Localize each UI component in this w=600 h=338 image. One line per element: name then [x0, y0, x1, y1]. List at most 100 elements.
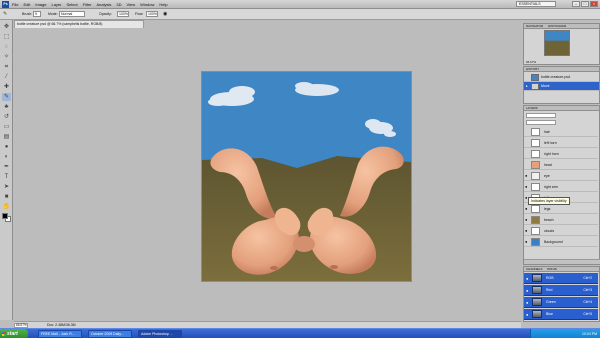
menu-filter[interactable]: Filter	[83, 1, 92, 8]
eye-icon[interactable]: ●	[525, 182, 530, 191]
menu-image[interactable]: Image	[35, 1, 46, 8]
layer-row-background[interactable]: ● Background	[524, 237, 598, 247]
tab-paths[interactable]: PATHS	[547, 267, 557, 271]
eraser-tool-icon[interactable]: ▭	[2, 123, 11, 131]
healing-brush-tool-icon[interactable]: ✚	[2, 83, 11, 91]
history-item-label: bottle creature.psd	[541, 75, 570, 79]
layer-name: right arm	[544, 185, 558, 189]
taskbar-item-photoshop[interactable]: Adobe Photoshop ...	[138, 330, 182, 338]
channel-thumbnail	[532, 286, 542, 294]
menu-file[interactable]: File	[12, 1, 18, 8]
menu-select[interactable]: Select	[67, 1, 78, 8]
channel-row-rgb[interactable]: ● RGB Ctrl+2	[524, 273, 598, 284]
eye-icon[interactable]: ●	[526, 309, 528, 320]
navigator-zoom[interactable]: 66.67%	[526, 60, 536, 64]
layer-row-head[interactable]: head	[524, 160, 598, 170]
layer-thumbnail	[531, 183, 540, 191]
dodge-tool-icon[interactable]: ◐	[2, 153, 11, 161]
eye-icon[interactable]: ●	[526, 285, 528, 296]
menu-edit[interactable]: Edit	[23, 1, 30, 8]
airbrush-icon[interactable]: ◉	[163, 11, 167, 17]
layer-row-beach[interactable]: ● beach	[524, 215, 598, 225]
history-brush-icon[interactable]: ▸	[526, 82, 528, 91]
blur-tool-icon[interactable]: ●	[2, 143, 11, 151]
menu-help[interactable]: Help	[159, 1, 167, 8]
menu-analysis[interactable]: Analysis	[97, 1, 112, 8]
layer-row-hair[interactable]: hair	[524, 127, 598, 137]
channel-row-blue[interactable]: ● Blue Ctrl+5	[524, 309, 598, 320]
eye-icon[interactable]: ●	[526, 273, 528, 284]
document-tab[interactable]: bottle creature psd @ 66.7% (campbells b…	[14, 20, 144, 28]
crop-tool-icon[interactable]: ⌗	[2, 63, 11, 71]
tab-histogram[interactable]: HISTOGRAM	[548, 24, 566, 28]
eye-icon[interactable]: ●	[526, 297, 528, 308]
path-selection-tool-icon[interactable]: ➤	[2, 183, 11, 191]
eye-icon[interactable]: ●	[525, 226, 530, 235]
eye-icon[interactable]: ●	[525, 171, 530, 180]
navigator-thumbnail[interactable]	[544, 30, 570, 56]
channel-shortcut: Ctrl+3	[583, 288, 592, 292]
menu-window[interactable]: Window	[140, 1, 154, 8]
layer-thumbnail	[531, 172, 540, 180]
clock[interactable]: 10:04 PM	[582, 332, 597, 336]
clone-stamp-tool-icon[interactable]: ♣	[2, 103, 11, 111]
eye-icon[interactable]: ●	[525, 204, 530, 213]
gradient-tool-icon[interactable]: ▤	[2, 133, 11, 141]
tab-channels[interactable]: CHANNELS	[526, 267, 542, 271]
layers-footer-buttons[interactable]	[524, 259, 600, 264]
opacity-field[interactable]: 100%	[117, 11, 129, 17]
options-bar: ✎ Brush: 9 Mode: Normal Opacity: 100% Fl…	[0, 9, 600, 20]
magic-wand-tool-icon[interactable]: ✧	[2, 53, 11, 61]
pen-tool-icon[interactable]: ✒	[2, 163, 11, 171]
menu-layer[interactable]: Layer	[51, 1, 61, 8]
marquee-tool-icon[interactable]: ⬚	[2, 33, 11, 41]
brush-tool-icon[interactable]: ✎	[2, 93, 11, 101]
tab-history[interactable]: HISTORY	[526, 67, 539, 71]
eyedropper-tool-icon[interactable]: ⁄	[2, 73, 11, 81]
minimize-button[interactable]: –	[572, 1, 580, 7]
brush-size-picker[interactable]: 9	[33, 11, 41, 17]
history-snapshot[interactable]: bottle creature.psd	[524, 73, 599, 82]
eye-icon[interactable]: ●	[525, 215, 530, 224]
image-canvas[interactable]	[202, 72, 411, 281]
canvas-image	[202, 72, 411, 281]
taskbar-item-october[interactable]: October 2009 Daily...	[88, 330, 132, 338]
brush-tool-icon[interactable]: ✎	[3, 11, 7, 17]
tab-navigator[interactable]: NAVIGATOR	[526, 24, 543, 28]
maximize-button[interactable]: □	[581, 1, 589, 7]
channel-row-red[interactable]: ● Red Ctrl+3	[524, 285, 598, 296]
layer-row-left-horn[interactable]: left horn	[524, 138, 598, 148]
move-tool-icon[interactable]: ✥	[2, 23, 11, 31]
layer-row-clouds[interactable]: ● clouds	[524, 226, 598, 236]
layer-thumbnail	[531, 128, 540, 136]
taskbar-item-mail[interactable]: FREE Mail - Josh R...	[38, 330, 82, 338]
hand-tool-icon[interactable]: ✋	[2, 203, 11, 211]
channel-name: RGB	[546, 276, 554, 280]
foreground-color-swatch[interactable]	[2, 213, 8, 219]
lock-options[interactable]	[526, 120, 556, 125]
menu-view[interactable]: View	[127, 1, 136, 8]
workspace-switcher[interactable]: ESSENTIALS	[516, 1, 556, 7]
type-tool-icon[interactable]: T	[2, 173, 11, 181]
flow-field[interactable]: 100%	[146, 11, 158, 17]
layer-row-right-arm[interactable]: ● right arm	[524, 182, 598, 192]
start-button[interactable]: start	[0, 329, 28, 338]
menu-3d[interactable]: 3D	[116, 1, 121, 8]
layer-row-legs[interactable]: ● legs	[524, 204, 598, 214]
layer-row-right-horn[interactable]: right horn	[524, 149, 598, 159]
close-button[interactable]: ×	[590, 1, 598, 7]
history-brush-tool-icon[interactable]: ↺	[2, 113, 11, 121]
tooltip: Indicates layer visibility	[528, 197, 570, 205]
history-panel: HISTORY bottle creature.psd ▸ Move	[523, 66, 600, 104]
channel-row-green[interactable]: ● Green Ctrl+4	[524, 297, 598, 308]
layer-row-eye[interactable]: ● eye	[524, 171, 598, 181]
tab-layers[interactable]: LAYERS	[526, 106, 538, 110]
mode-select[interactable]: Normal	[59, 11, 85, 17]
lasso-tool-icon[interactable]: ◌	[2, 43, 11, 51]
history-item-move[interactable]: ▸ Move	[524, 82, 599, 91]
channels-panel: CHANNELS PATHS ● RGB Ctrl+2 ● Red Ctrl+3…	[523, 266, 600, 322]
shape-tool-icon[interactable]: ■	[2, 193, 11, 201]
eye-icon[interactable]: ●	[525, 237, 530, 246]
blend-mode-select[interactable]	[526, 113, 556, 118]
channel-thumbnail	[532, 298, 542, 306]
